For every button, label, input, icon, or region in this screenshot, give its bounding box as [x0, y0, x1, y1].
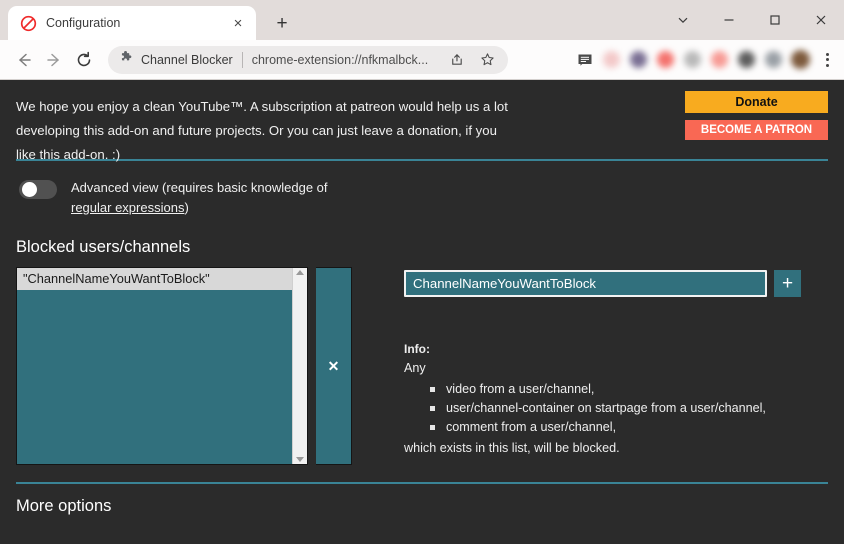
- puzzle-piece-icon: [120, 50, 134, 69]
- advanced-view-toggle[interactable]: [19, 180, 57, 199]
- extension-options-page: We hope you enjoy a clean YouTube™. A su…: [0, 81, 844, 544]
- add-and-info-column: + Info: Any video from a user/channel, u…: [352, 267, 828, 465]
- back-icon[interactable]: [10, 46, 38, 74]
- url-text[interactable]: chrome-extension://nfkmalbck...: [252, 53, 436, 67]
- kebab-menu-icon[interactable]: [816, 46, 838, 74]
- new-tab-button[interactable]: +: [268, 9, 296, 37]
- scroll-up-arrow-icon[interactable]: [296, 270, 304, 275]
- profile-avatar[interactable]: [787, 46, 814, 74]
- extension-icon-3[interactable]: [652, 46, 679, 74]
- forward-icon[interactable]: [40, 46, 68, 74]
- close-icon[interactable]: ×: [228, 13, 248, 33]
- extension-chip: Channel Blocker: [120, 50, 233, 69]
- extension-icon-2[interactable]: [625, 46, 652, 74]
- blocked-list[interactable]: "ChannelNameYouWantToBlock": [16, 267, 308, 465]
- promo-banner: We hope you enjoy a clean YouTube™. A su…: [0, 81, 844, 159]
- address-bar[interactable]: Channel Blocker chrome-extension://nfkma…: [108, 46, 508, 74]
- info-bullet: user/channel-container on startpage from…: [430, 399, 828, 418]
- page-title: Blocked users/channels: [0, 218, 844, 257]
- info-bullet-list: video from a user/channel, user/channel-…: [404, 377, 828, 437]
- browser-window: Configuration × +: [0, 0, 844, 544]
- toolbar-right-icons: [571, 46, 838, 74]
- blocked-list-body: "ChannelNameYouWantToBlock": [17, 268, 292, 464]
- star-icon[interactable]: [476, 49, 498, 71]
- window-controls: [660, 0, 844, 40]
- promo-text: We hope you enjoy a clean YouTube™. A su…: [16, 95, 516, 167]
- extension-icon-4[interactable]: [679, 46, 706, 74]
- window-close-icon[interactable]: [798, 0, 844, 40]
- become-a-patron-button[interactable]: BECOME A PATRON: [685, 120, 828, 140]
- blocked-list-row: "ChannelNameYouWantToBlock" ✕ + Info: An…: [0, 257, 844, 465]
- info-heading: Info:: [404, 340, 828, 358]
- promo-buttons: Donate BECOME A PATRON: [685, 91, 828, 140]
- add-channel-row: +: [404, 267, 828, 297]
- tab-strip: Configuration × +: [0, 0, 844, 40]
- extension-icon-6[interactable]: [733, 46, 760, 74]
- browser-toolbar: Channel Blocker chrome-extension://nfkma…: [0, 40, 844, 80]
- extension-icon-7[interactable]: [760, 46, 787, 74]
- scroll-down-arrow-icon[interactable]: [296, 457, 304, 462]
- advanced-view-row: Advanced view (requires basic knowledge …: [0, 161, 844, 218]
- share-icon[interactable]: [445, 49, 467, 71]
- info-lead: Any: [404, 358, 828, 377]
- omnibox-divider: [242, 52, 243, 68]
- close-icon: ✕: [328, 359, 340, 373]
- list-item[interactable]: "ChannelNameYouWantToBlock": [17, 268, 292, 290]
- advanced-view-label-part1: Advanced view (requires basic knowledge …: [71, 180, 328, 195]
- info-block: Info: Any video from a user/channel, use…: [404, 297, 828, 457]
- list-scrollbar[interactable]: [292, 268, 307, 464]
- minimize-icon[interactable]: [706, 0, 752, 40]
- tab-configuration[interactable]: Configuration ×: [8, 6, 256, 40]
- chevron-down-icon[interactable]: [660, 0, 706, 40]
- more-options-title: More options: [0, 484, 844, 516]
- comment-icon[interactable]: [571, 46, 598, 74]
- info-bullet: comment from a user/channel,: [430, 418, 828, 437]
- donate-button[interactable]: Donate: [685, 91, 828, 113]
- extension-icon-5[interactable]: [706, 46, 733, 74]
- extension-name: Channel Blocker: [141, 53, 233, 67]
- info-bullet: video from a user/channel,: [430, 380, 828, 399]
- add-channel-button[interactable]: +: [774, 270, 801, 297]
- reload-icon[interactable]: [70, 46, 98, 74]
- regular-expressions-link[interactable]: regular expressions: [71, 200, 184, 215]
- toggle-knob: [22, 182, 37, 197]
- blocked-circle-icon: [20, 15, 37, 32]
- advanced-view-label: Advanced view (requires basic knowledge …: [71, 178, 371, 218]
- extension-icon-1[interactable]: [598, 46, 625, 74]
- add-channel-input[interactable]: [404, 270, 767, 297]
- tab-title: Configuration: [46, 16, 219, 30]
- info-footer: which exists in this list, will be block…: [404, 437, 828, 457]
- advanced-view-label-part2: ): [184, 200, 188, 215]
- maximize-icon[interactable]: [752, 0, 798, 40]
- delete-selected-button[interactable]: ✕: [316, 267, 352, 465]
